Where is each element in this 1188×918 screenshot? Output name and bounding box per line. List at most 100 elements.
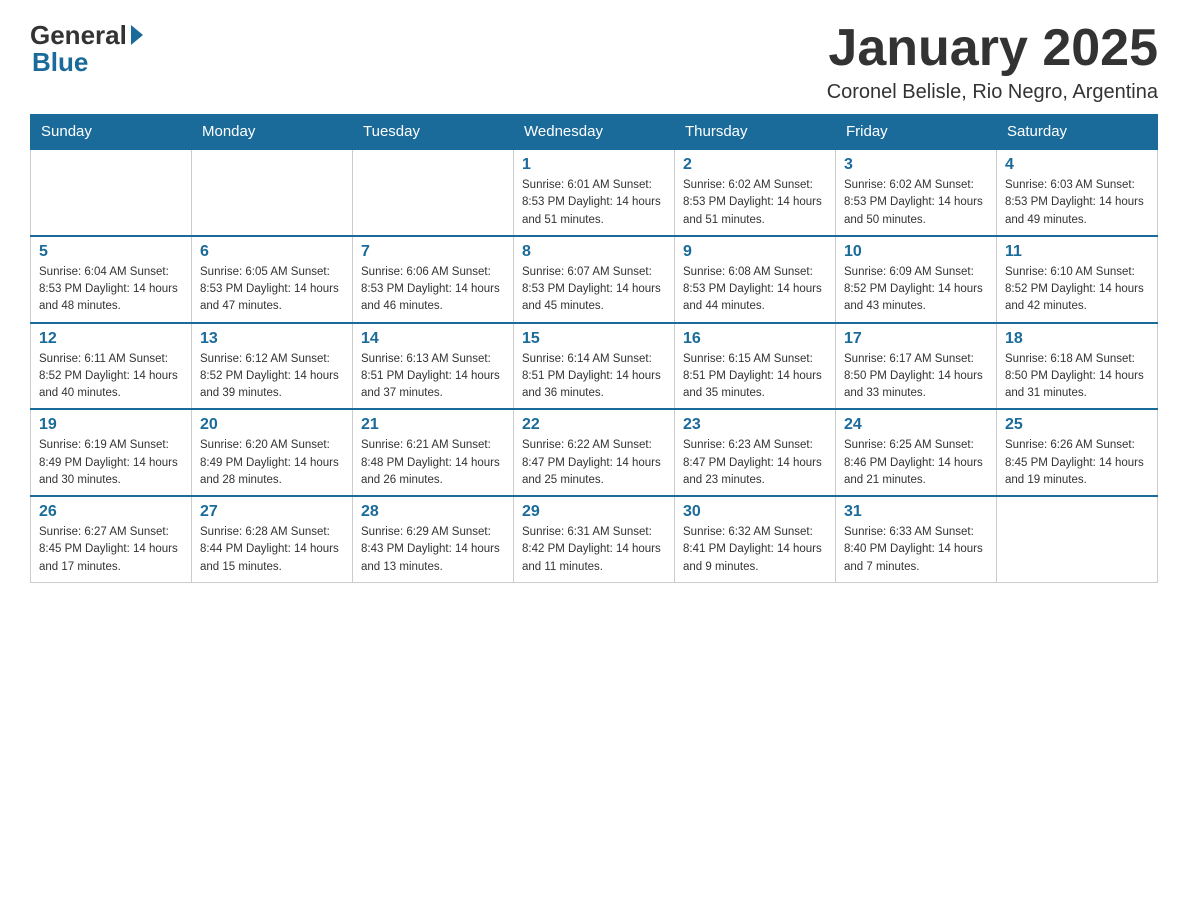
calendar-day-cell: 25Sunrise: 6:26 AM Sunset: 8:45 PM Dayli… [997, 409, 1158, 496]
calendar-day-cell: 17Sunrise: 6:17 AM Sunset: 8:50 PM Dayli… [836, 323, 997, 410]
day-number: 17 [844, 330, 988, 348]
day-number: 9 [683, 243, 827, 261]
day-info-text: Sunrise: 6:32 AM Sunset: 8:41 PM Dayligh… [683, 524, 827, 576]
day-number: 19 [39, 416, 183, 434]
calendar-day-cell: 5 Sunrise: 6:04 AM Sunset: 8:53 PM Daylig… [31, 236, 192, 323]
day-info-text: Sunrise: 6:33 AM Sunset: 8:40 PM Dayligh… [844, 524, 988, 576]
calendar-day-cell: 18 Sunrise: 6:18 AM Sunset: 8:50 PM Dayli… [997, 323, 1158, 410]
calendar-day-cell: 9 Sunrise: 6:08 AM Sunset: 8:53 PM Daylig… [675, 236, 836, 323]
calendar-day-cell: 10 Sunrise: 6:09 AM Sunset: 8:52 PM Dayli… [836, 236, 997, 323]
calendar-day-cell: 6 Sunrise: 6:05 AM Sunset: 8:53 PM Daylig… [192, 236, 353, 323]
calendar-day-cell: 26Sunrise: 6:27 AM Sunset: 8:45 PM Dayli… [31, 496, 192, 582]
calendar-day-cell: 30 Sunrise: 6:32 AM Sunset: 8:41 PM Dayli… [675, 496, 836, 582]
day-info-text: Sunrise: 6:08 AM Sunset: 8:53 PM Dayligh… [683, 264, 827, 316]
day-number: 14 [361, 330, 505, 348]
day-info-text: Sunrise: 6:18 AM Sunset: 8:50 PM Dayligh… [1005, 351, 1149, 403]
day-number: 8 [522, 243, 666, 261]
day-of-week-header: Friday [836, 115, 997, 150]
calendar-week-row: 19 Sunrise: 6:19 AM Sunset: 8:49 PM Dayli… [31, 409, 1158, 496]
calendar-day-cell: 28 Sunrise: 6:29 AM Sunset: 8:43 PM Dayli… [353, 496, 514, 582]
day-number: 2 [683, 156, 827, 174]
day-info-text: Sunrise: 6:02 AM Sunset: 8:53 PM Dayligh… [683, 177, 827, 229]
day-number: 22 [522, 416, 666, 434]
day-number: 24 [844, 416, 988, 434]
calendar-day-cell: 27 Sunrise: 6:28 AM Sunset: 8:44 PM Dayli… [192, 496, 353, 582]
day-number: 29 [522, 503, 666, 521]
day-number: 3 [844, 156, 988, 174]
day-number: 15 [522, 330, 666, 348]
calendar-day-cell: 23Sunrise: 6:23 AM Sunset: 8:47 PM Dayli… [675, 409, 836, 496]
calendar-week-row: 26Sunrise: 6:27 AM Sunset: 8:45 PM Dayli… [31, 496, 1158, 582]
day-info-text: Sunrise: 6:15 AM Sunset: 8:51 PM Dayligh… [683, 351, 827, 403]
day-number: 21 [361, 416, 505, 434]
day-number: 30 [683, 503, 827, 521]
day-number: 12 [39, 330, 183, 348]
calendar-day-cell: 31 Sunrise: 6:33 AM Sunset: 8:40 PM Dayli… [836, 496, 997, 582]
calendar-day-cell: 15 Sunrise: 6:14 AM Sunset: 8:51 PM Dayli… [514, 323, 675, 410]
day-info-text: Sunrise: 6:05 AM Sunset: 8:53 PM Dayligh… [200, 264, 344, 316]
calendar-day-cell: 7Sunrise: 6:06 AM Sunset: 8:53 PM Daylig… [353, 236, 514, 323]
calendar-day-cell [192, 149, 353, 236]
day-of-week-header: Wednesday [514, 115, 675, 150]
day-number: 4 [1005, 156, 1149, 174]
day-info-text: Sunrise: 6:20 AM Sunset: 8:49 PM Dayligh… [200, 437, 344, 489]
title-area: January 2025 Coronel Belisle, Rio Negro,… [827, 20, 1158, 104]
calendar-header-row: SundayMondayTuesdayWednesdayThursdayFrid… [31, 115, 1158, 150]
day-number: 26 [39, 503, 183, 521]
calendar-day-cell: 12 Sunrise: 6:11 AM Sunset: 8:52 PM Dayli… [31, 323, 192, 410]
calendar-day-cell: 19 Sunrise: 6:19 AM Sunset: 8:49 PM Dayli… [31, 409, 192, 496]
day-info-text: Sunrise: 6:06 AM Sunset: 8:53 PM Dayligh… [361, 264, 505, 316]
calendar-day-cell: 4 Sunrise: 6:03 AM Sunset: 8:53 PM Daylig… [997, 149, 1158, 236]
day-number: 31 [844, 503, 988, 521]
day-info-text: Sunrise: 6:31 AM Sunset: 8:42 PM Dayligh… [522, 524, 666, 576]
page-header: General Blue January 2025 Coronel Belisl… [30, 20, 1158, 104]
calendar-day-cell: 20 Sunrise: 6:20 AM Sunset: 8:49 PM Dayli… [192, 409, 353, 496]
calendar-day-cell: 21 Sunrise: 6:21 AM Sunset: 8:48 PM Dayli… [353, 409, 514, 496]
calendar-week-row: 12 Sunrise: 6:11 AM Sunset: 8:52 PM Dayli… [31, 323, 1158, 410]
calendar-day-cell [353, 149, 514, 236]
calendar-day-cell: 24 Sunrise: 6:25 AM Sunset: 8:46 PM Dayli… [836, 409, 997, 496]
calendar-day-cell: 22Sunrise: 6:22 AM Sunset: 8:47 PM Dayli… [514, 409, 675, 496]
day-number: 5 [39, 243, 183, 261]
day-info-text: Sunrise: 6:28 AM Sunset: 8:44 PM Dayligh… [200, 524, 344, 576]
logo-blue-text: Blue [32, 47, 88, 78]
day-number: 20 [200, 416, 344, 434]
day-info-text: Sunrise: 6:29 AM Sunset: 8:43 PM Dayligh… [361, 524, 505, 576]
day-info-text: Sunrise: 6:21 AM Sunset: 8:48 PM Dayligh… [361, 437, 505, 489]
day-info-text: Sunrise: 6:25 AM Sunset: 8:46 PM Dayligh… [844, 437, 988, 489]
day-number: 1 [522, 156, 666, 174]
day-info-text: Sunrise: 6:07 AM Sunset: 8:53 PM Dayligh… [522, 264, 666, 316]
day-number: 27 [200, 503, 344, 521]
day-info-text: Sunrise: 6:03 AM Sunset: 8:53 PM Dayligh… [1005, 177, 1149, 229]
day-number: 28 [361, 503, 505, 521]
day-number: 6 [200, 243, 344, 261]
calendar-day-cell: 8 Sunrise: 6:07 AM Sunset: 8:53 PM Daylig… [514, 236, 675, 323]
day-info-text: Sunrise: 6:19 AM Sunset: 8:49 PM Dayligh… [39, 437, 183, 489]
day-info-text: Sunrise: 6:12 AM Sunset: 8:52 PM Dayligh… [200, 351, 344, 403]
day-of-week-header: Monday [192, 115, 353, 150]
day-info-text: Sunrise: 6:04 AM Sunset: 8:53 PM Dayligh… [39, 264, 183, 316]
day-info-text: Sunrise: 6:11 AM Sunset: 8:52 PM Dayligh… [39, 351, 183, 403]
day-number: 18 [1005, 330, 1149, 348]
day-number: 10 [844, 243, 988, 261]
day-info-text: Sunrise: 6:09 AM Sunset: 8:52 PM Dayligh… [844, 264, 988, 316]
day-number: 13 [200, 330, 344, 348]
calendar-day-cell [31, 149, 192, 236]
calendar-day-cell: 3Sunrise: 6:02 AM Sunset: 8:53 PM Daylig… [836, 149, 997, 236]
calendar-table: SundayMondayTuesdayWednesdayThursdayFrid… [30, 114, 1158, 583]
day-info-text: Sunrise: 6:13 AM Sunset: 8:51 PM Dayligh… [361, 351, 505, 403]
calendar-day-cell: 1 Sunrise: 6:01 AM Sunset: 8:53 PM Daylig… [514, 149, 675, 236]
day-info-text: Sunrise: 6:10 AM Sunset: 8:52 PM Dayligh… [1005, 264, 1149, 316]
month-title: January 2025 [827, 20, 1158, 77]
calendar-week-row: 5 Sunrise: 6:04 AM Sunset: 8:53 PM Daylig… [31, 236, 1158, 323]
day-number: 16 [683, 330, 827, 348]
day-of-week-header: Thursday [675, 115, 836, 150]
day-info-text: Sunrise: 6:14 AM Sunset: 8:51 PM Dayligh… [522, 351, 666, 403]
day-info-text: Sunrise: 6:01 AM Sunset: 8:53 PM Dayligh… [522, 177, 666, 229]
logo-triangle-icon [131, 25, 143, 45]
day-info-text: Sunrise: 6:23 AM Sunset: 8:47 PM Dayligh… [683, 437, 827, 489]
day-of-week-header: Tuesday [353, 115, 514, 150]
logo: General Blue [30, 20, 143, 78]
day-number: 25 [1005, 416, 1149, 434]
calendar-day-cell: 13 Sunrise: 6:12 AM Sunset: 8:52 PM Dayli… [192, 323, 353, 410]
